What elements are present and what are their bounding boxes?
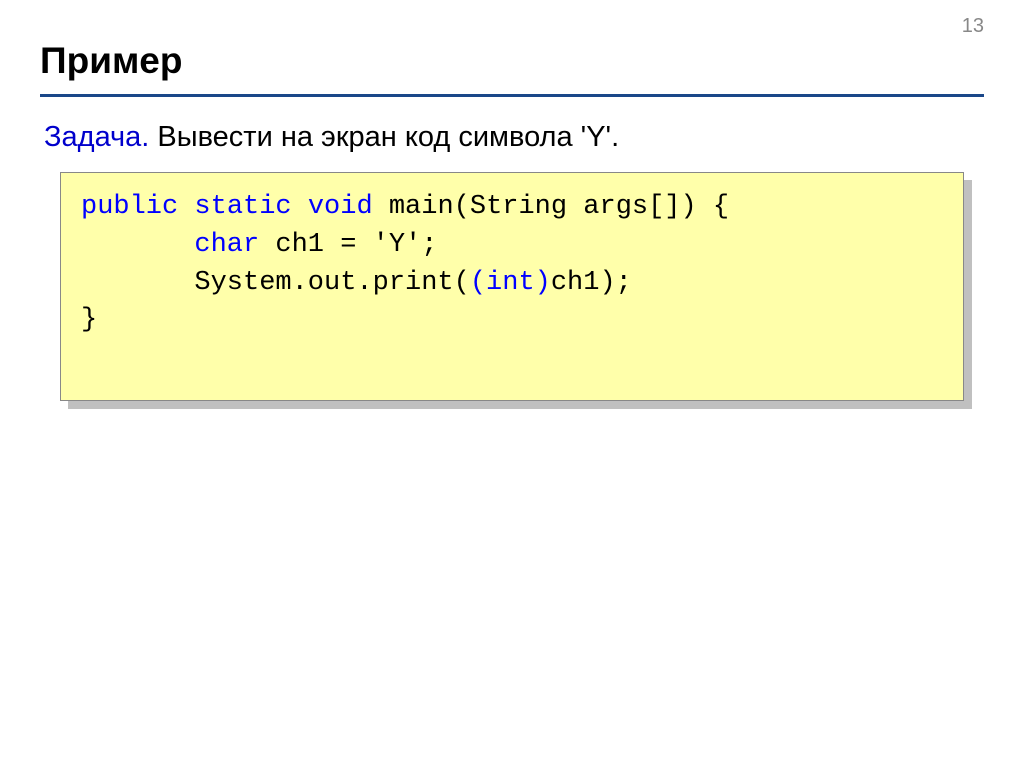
cast-int: (int) <box>470 268 551 298</box>
code-line-1-rest: main(String args[]) { <box>373 192 729 222</box>
page-number: 13 <box>962 15 984 38</box>
code-line-1: public static void main(String args[]) { <box>81 189 943 227</box>
keyword-public-static-void: public static void <box>81 192 373 222</box>
task-description: Задача. Вывести на экран код символа 'Y'… <box>44 121 984 154</box>
keyword-char: char <box>194 230 259 260</box>
task-text: Вывести на экран код символа 'Y'. <box>149 121 619 153</box>
code-line-2-rest: ch1 = 'Y'; <box>259 230 437 260</box>
code-line-3: System.out.print((int)ch1); <box>81 265 943 303</box>
code-block-container: public static void main(String args[]) {… <box>60 172 964 401</box>
title-divider <box>40 94 984 97</box>
code-line-2: char ch1 = 'Y'; <box>81 227 943 265</box>
code-line-4: } <box>81 302 943 340</box>
code-block: public static void main(String args[]) {… <box>60 172 964 401</box>
code-line-3-post: ch1); <box>551 268 632 298</box>
code-line-3-pre: System.out.print( <box>194 268 469 298</box>
slide-title: Пример <box>40 40 984 82</box>
task-label: Задача. <box>44 121 149 153</box>
